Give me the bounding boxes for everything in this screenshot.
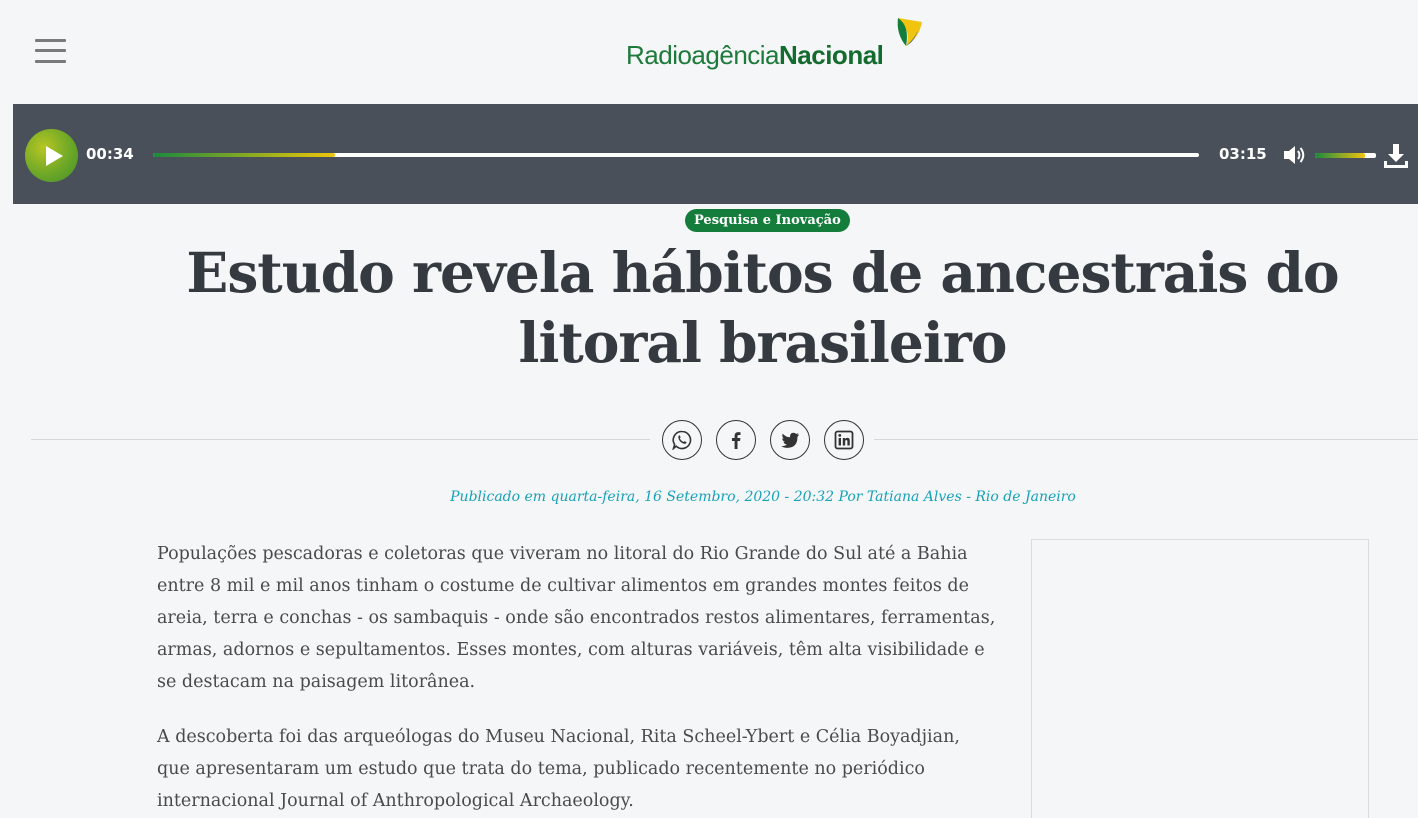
share-buttons <box>650 418 874 462</box>
logo-mark-icon <box>897 18 922 46</box>
play-button[interactable] <box>25 129 78 182</box>
article-byline: Publicado em quarta-feira, 16 Setembro, … <box>450 489 1076 505</box>
progress-bar[interactable] <box>153 153 1199 157</box>
menu-line <box>35 60 66 63</box>
linkedin-icon <box>834 430 854 450</box>
site-logo[interactable]: RadioagênciaNacional <box>626 16 922 70</box>
category-badge[interactable]: Pesquisa e Inovação <box>685 209 850 232</box>
current-time: 00:34 <box>86 145 134 163</box>
logo-text-part2: Nacional <box>779 40 884 70</box>
logo-text-part1: Radioagência <box>626 40 780 70</box>
share-linkedin-button[interactable] <box>824 420 864 460</box>
twitter-icon <box>781 432 799 448</box>
share-twitter-button[interactable] <box>770 420 810 460</box>
duration-time: 03:15 <box>1219 145 1267 163</box>
facebook-icon <box>732 432 741 449</box>
whatsapp-icon <box>672 430 692 450</box>
menu-line <box>35 49 66 52</box>
volume-slider[interactable] <box>1315 153 1376 158</box>
share-whatsapp-button[interactable] <box>662 420 702 460</box>
audio-player: 00:34 03:15 <box>13 104 1418 204</box>
download-icon[interactable] <box>1382 142 1410 170</box>
logo-text: RadioagênciaNacional <box>626 40 884 70</box>
menu-line <box>35 39 66 42</box>
article-title: Estudo revela hábitos de ancestrais do l… <box>186 240 1339 375</box>
article-paragraph: A descoberta foi das arqueólogas do Muse… <box>157 727 960 811</box>
volume-icon[interactable] <box>1281 142 1307 168</box>
sidebar-ad-placeholder <box>1031 539 1369 818</box>
article-paragraph: Populações pescadoras e coletoras que vi… <box>157 544 996 692</box>
hamburger-menu-icon[interactable] <box>35 38 66 64</box>
share-facebook-button[interactable] <box>716 420 756 460</box>
progress-fill <box>153 153 335 157</box>
article-body: Populações pescadoras e coletoras que vi… <box>157 538 997 818</box>
volume-fill <box>1315 153 1366 158</box>
